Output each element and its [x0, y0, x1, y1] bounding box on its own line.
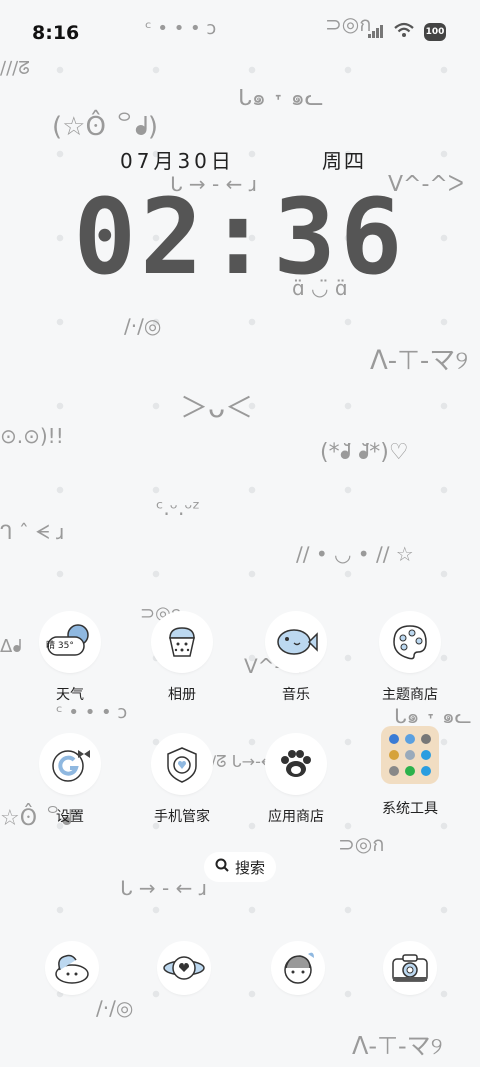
app-label: 天气 — [56, 687, 84, 703]
doodle: (☆ʘ̂ ꒪ᖱ) — [52, 112, 159, 142]
doodle: ᐱ-⊤-マ୨ — [352, 1032, 443, 1060]
music-icon — [268, 614, 324, 670]
weekday-text: 周四 — [322, 149, 366, 173]
weather-temp: 晴 35° — [46, 641, 74, 651]
app-label: 应用商店 — [268, 809, 324, 825]
battery-icon: 100 — [424, 23, 446, 41]
theme-store-icon — [382, 614, 438, 670]
app-store[interactable]: 应用商店 — [246, 736, 346, 826]
folder-icon — [381, 726, 439, 784]
doodle: ᶜ.ᵕ.ᵕᶻ — [156, 496, 200, 520]
doodle: ᒉ ˆ ᗕ ɹ — [0, 520, 65, 544]
app-label: 系统工具 — [382, 801, 438, 817]
weather-icon: 晴 35° — [42, 614, 98, 670]
search-icon — [215, 858, 229, 876]
dock-browser[interactable] — [248, 944, 348, 992]
search-label: 搜索 — [234, 858, 265, 877]
doodle: ⊙.⊙)!! — [0, 424, 64, 448]
dock-camera[interactable] — [360, 944, 460, 992]
app-music[interactable]: 音乐 — [246, 614, 346, 704]
phone-manager-icon — [154, 736, 210, 792]
status-bar: 8:16 100 — [0, 0, 480, 68]
doodle: ᶜ • • • ↄ — [56, 702, 128, 723]
app-gallery[interactable]: 相册 — [132, 614, 232, 704]
browser-icon — [274, 944, 322, 992]
doodle: ∕∕ • ◡ • ∕∕ ☆ — [296, 542, 414, 566]
camera-icon — [386, 944, 434, 992]
dock-messages[interactable] — [134, 944, 234, 992]
app-weather[interactable]: 晴 35° 天气 — [20, 614, 120, 704]
app-store-icon — [268, 736, 324, 792]
doodle: ᐃᖱ — [0, 636, 22, 657]
app-label: 设置 — [56, 809, 84, 825]
doodle: ᒐ → - ← ɹ — [120, 876, 208, 900]
messages-icon — [160, 944, 208, 992]
doodle: ᒐ๑ ˕ ๑ᓚ — [238, 86, 324, 111]
phone-icon — [48, 944, 96, 992]
app-label: 音乐 — [282, 687, 310, 703]
app-label: 主题商店 — [382, 687, 438, 703]
doodle: ∕·∕◎ — [96, 996, 134, 1020]
doodle: (*ᖱ̆ ᖱ̆*)♡ — [320, 440, 409, 465]
status-time: 8:16 — [32, 22, 80, 44]
wifi-icon — [394, 22, 414, 42]
doodle: ⊃◎ก — [338, 832, 385, 856]
app-folder-system-tools[interactable]: 系统工具 — [360, 726, 460, 818]
date-text: 07月30日 — [120, 149, 235, 173]
date-row: 07月30日 周四 — [0, 145, 480, 175]
clock-widget[interactable]: 02:36 — [0, 176, 480, 298]
signal-icon — [368, 23, 384, 42]
settings-icon — [42, 736, 98, 792]
status-icons: 100 — [368, 22, 446, 42]
dock-phone[interactable] — [22, 944, 122, 992]
doodle: ＞ᴗ＜ — [180, 391, 254, 424]
app-label: 手机管家 — [154, 809, 210, 825]
app-phone-manager[interactable]: 手机管家 — [132, 736, 232, 826]
doodle: ∕·∕◎ — [124, 314, 162, 338]
doodle: ᐱ-⊤-マ୨ — [370, 346, 469, 376]
search-button[interactable]: 搜索 — [204, 852, 276, 882]
gallery-icon — [154, 614, 210, 670]
app-label: 相册 — [168, 687, 196, 703]
app-theme-store[interactable]: 主题商店 — [360, 614, 460, 704]
app-settings[interactable]: 设置 — [20, 736, 120, 826]
